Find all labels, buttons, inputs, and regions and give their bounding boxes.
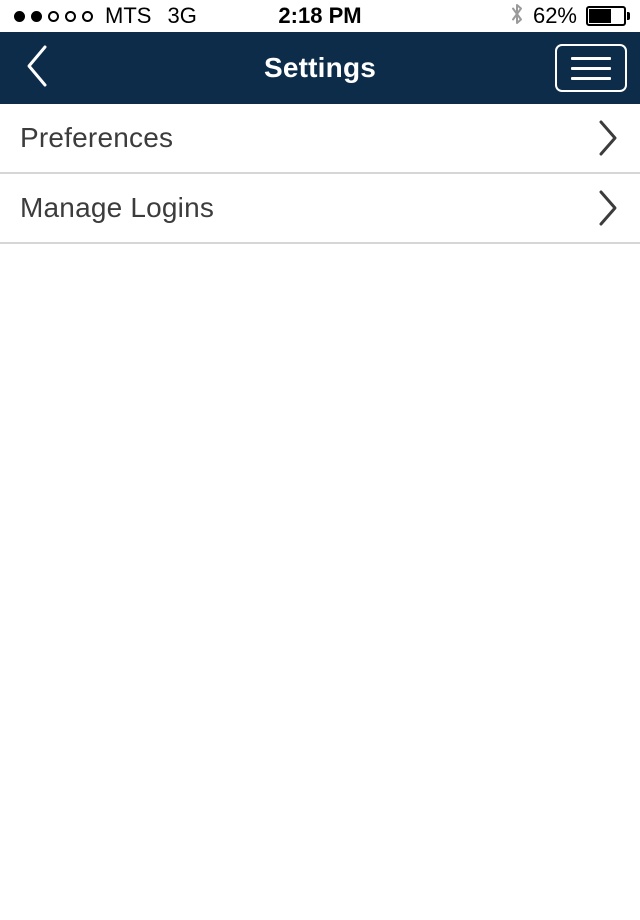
battery-icon xyxy=(586,6,630,26)
signal-dot-3 xyxy=(48,10,59,22)
list-item-label: Preferences xyxy=(20,122,174,153)
signal-dot-5 xyxy=(82,10,93,22)
status-bar-right: 62% xyxy=(510,0,630,32)
battery-cap xyxy=(627,12,630,20)
hamburger-menu-icon-line-3 xyxy=(571,76,611,80)
hamburger-menu-icon-line-2 xyxy=(571,66,611,70)
signal-strength-dots xyxy=(14,10,93,22)
bluetooth-icon xyxy=(510,3,524,30)
carrier-name: MTS xyxy=(105,3,152,28)
signal-dot-2 xyxy=(31,10,42,22)
signal-dot-1 xyxy=(14,10,25,22)
battery-fill xyxy=(589,9,612,23)
list-item-preferences[interactable]: Preferences xyxy=(0,104,640,172)
list-item-manage-logins[interactable]: Manage Logins xyxy=(0,174,640,242)
list-item-label: Manage Logins xyxy=(20,192,215,223)
status-bar: MTS 3G 2:18 PM 62% xyxy=(0,0,640,32)
page-title: Settings xyxy=(263,52,377,83)
status-bar-left: MTS 3G xyxy=(0,3,197,29)
list-divider xyxy=(0,242,640,244)
settings-list: Preferences Manage Logins xyxy=(0,104,640,244)
hamburger-menu-icon-line-1 xyxy=(571,56,611,60)
network-type: 3G xyxy=(167,3,197,28)
hamburger-menu-button[interactable] xyxy=(555,44,627,92)
signal-dot-4 xyxy=(65,10,76,22)
chevron-right-icon xyxy=(596,104,620,172)
clock: 2:18 PM xyxy=(278,3,362,28)
navigation-bar: Settings xyxy=(0,32,640,104)
battery-body xyxy=(586,6,626,26)
chevron-right-icon xyxy=(596,174,620,242)
battery-percent-label: 62% xyxy=(532,3,577,28)
